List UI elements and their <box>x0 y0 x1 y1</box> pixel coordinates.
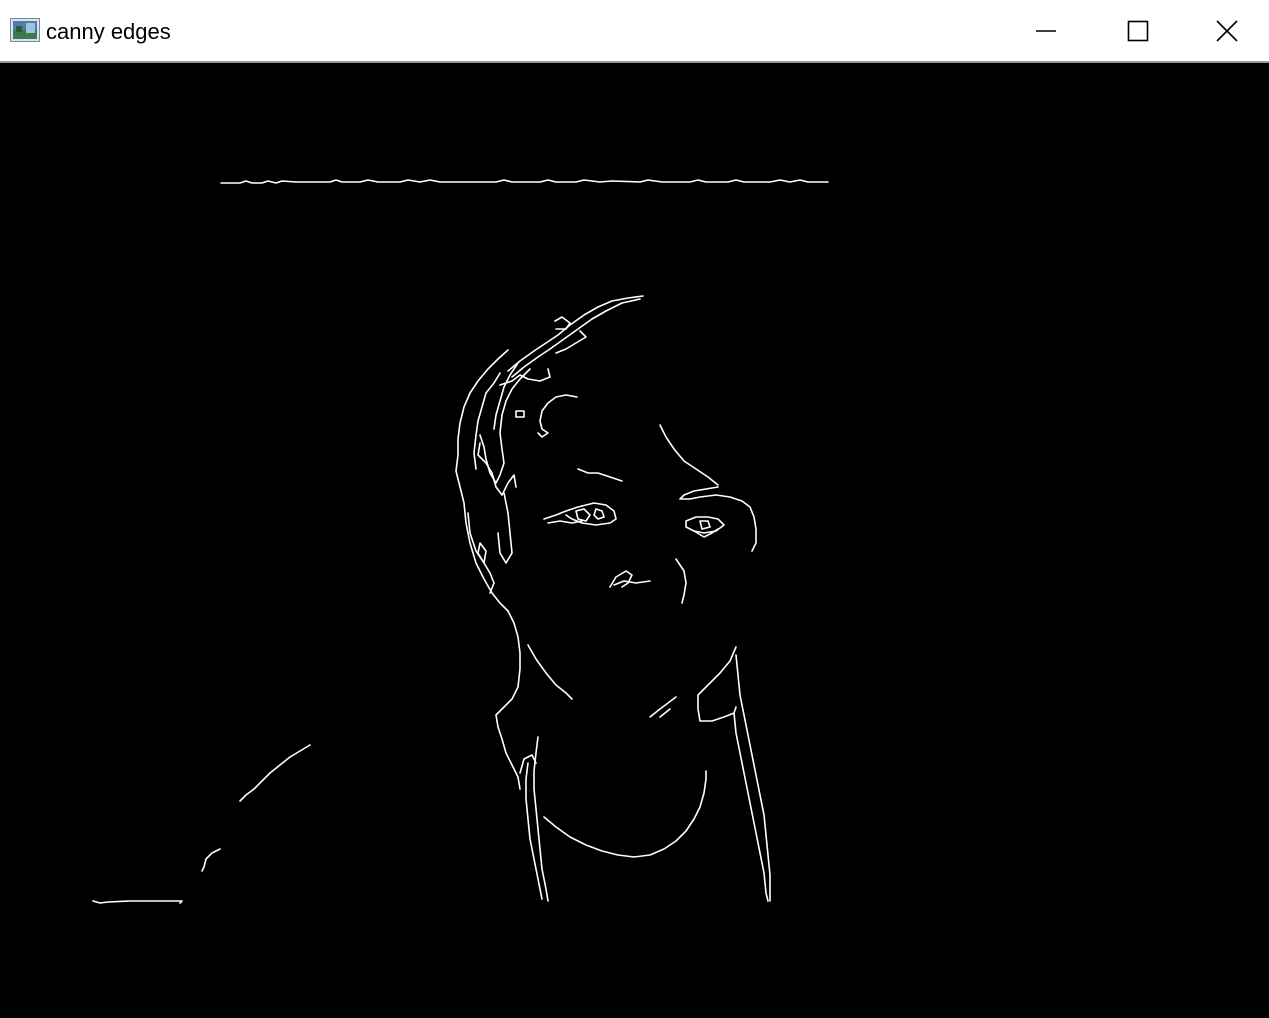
forehead-curl <box>537 394 578 438</box>
jaw-line-left <box>527 644 573 700</box>
edge-image-canvas <box>0 63 1269 1018</box>
minimize-button[interactable] <box>1000 0 1092 61</box>
canny-edge-image <box>92 179 829 904</box>
neck-right-upper <box>697 646 737 722</box>
top-horizontal-edge <box>220 179 829 184</box>
hair-strand-11 <box>497 492 513 564</box>
hair-strand-1 <box>554 316 571 330</box>
left-eye-pupil <box>593 508 605 520</box>
left-eye-inner <box>575 508 591 522</box>
hair-outer-edge <box>507 295 644 372</box>
right-eye <box>685 516 725 534</box>
close-icon <box>1215 19 1238 42</box>
window-titlebar[interactable]: canny edges <box>0 0 1269 61</box>
hair-strand-9 <box>467 512 495 594</box>
right-eye-inner <box>699 520 711 530</box>
maximize-icon <box>1127 20 1149 42</box>
close-button[interactable] <box>1184 0 1269 61</box>
hair-strand-8 <box>477 442 517 496</box>
image-window-icon <box>10 18 40 42</box>
minimize-icon <box>1035 20 1057 42</box>
left-eyebrow <box>577 468 623 482</box>
diagonal-edge-upper <box>239 744 311 802</box>
right-eyebrow-line <box>659 424 719 486</box>
hair-strand-5 <box>493 362 519 430</box>
hair-strand-10 <box>477 542 487 564</box>
bottom-left-horizontal-edge <box>92 900 183 904</box>
window-title: canny edges <box>46 19 171 44</box>
nose-bottom <box>613 580 651 586</box>
face-contour-left <box>495 610 521 790</box>
maximize-button[interactable] <box>1092 0 1184 61</box>
chin-mark <box>649 696 677 718</box>
hair-strand-3 <box>455 349 509 612</box>
neck-right-inner <box>735 654 771 902</box>
hair-inner-edge <box>511 298 641 378</box>
nose-right <box>675 558 687 604</box>
nose-left <box>609 570 633 588</box>
diagonal-edge-lower <box>201 848 221 872</box>
left-eye-lower <box>547 520 583 524</box>
collar-curve <box>543 770 707 858</box>
hair-square <box>515 410 525 418</box>
